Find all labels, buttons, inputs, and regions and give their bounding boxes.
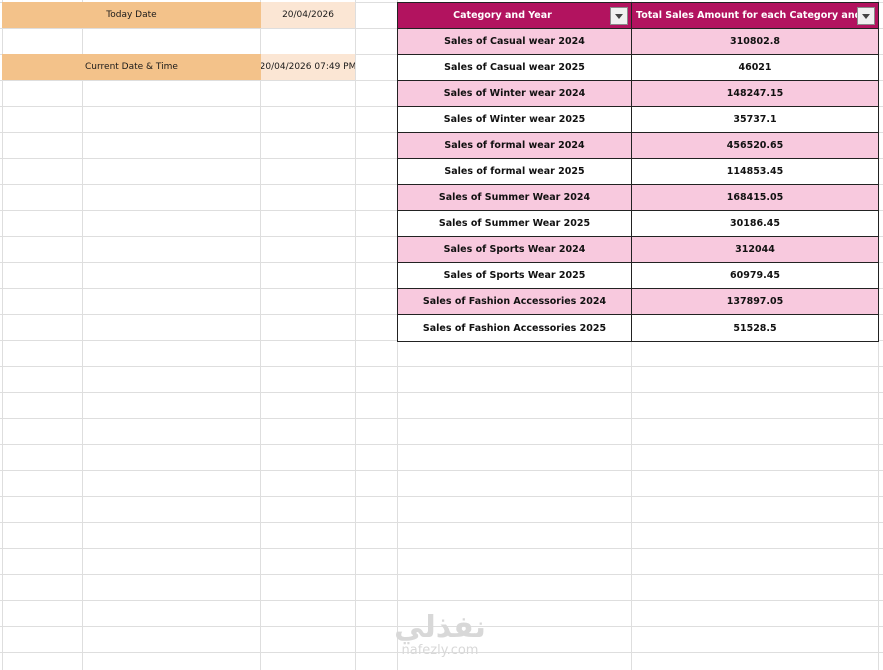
current-datetime-value: 20/04/2026 07:49 PM <box>261 62 355 72</box>
watermark-url: nafezly.com <box>401 643 479 658</box>
table-row: Sales of Fashion Accessories 2024 137897.… <box>398 289 878 315</box>
table-row: Sales of formal wear 2025 114853.45 <box>398 159 878 185</box>
amount-cell[interactable]: 310802.8 <box>632 29 878 54</box>
watermark-logo: نفذلي nafezly.com <box>380 612 500 658</box>
category-cell[interactable]: Sales of Summer Wear 2025 <box>398 211 632 236</box>
chevron-down-icon <box>862 13 870 19</box>
grid-row-line <box>0 600 883 601</box>
today-date-label: Today Date <box>106 10 157 20</box>
current-datetime-label-cell[interactable]: Current Date & Time <box>2 54 261 80</box>
filter-dropdown-sales-button[interactable] <box>857 7 875 25</box>
category-cell[interactable]: Sales of Winter wear 2024 <box>398 81 632 106</box>
grid-row-line <box>0 470 883 471</box>
amount-cell[interactable]: 114853.45 <box>632 159 878 184</box>
grid-row-line <box>0 522 883 523</box>
today-date-value: 20/04/2026 <box>282 10 334 20</box>
header-category-year-label: Category and Year <box>453 10 552 21</box>
category-cell[interactable]: Sales of formal wear 2024 <box>398 133 632 158</box>
amount-cell[interactable]: 60979.45 <box>632 263 878 288</box>
grid-column-line <box>260 0 261 670</box>
amount-cell[interactable]: 30186.45 <box>632 211 878 236</box>
today-date-label-cell[interactable]: Today Date <box>2 2 261 28</box>
grid-row-line <box>0 444 883 445</box>
category-cell[interactable]: Sales of Summer Wear 2024 <box>398 185 632 210</box>
category-cell[interactable]: Sales of Sports Wear 2025 <box>398 263 632 288</box>
table-header-row: Category and Year Total Sales Amount for… <box>398 3 878 29</box>
table-row: Sales of Casual wear 2025 46021 <box>398 55 878 81</box>
amount-cell[interactable]: 35737.1 <box>632 107 878 132</box>
grid-row-line <box>0 366 883 367</box>
header-total-sales-label: Total Sales Amount for each Category and… <box>636 10 872 21</box>
grid-row-line <box>0 496 883 497</box>
grid-column-line <box>355 0 356 670</box>
category-cell[interactable]: Sales of formal wear 2025 <box>398 159 632 184</box>
category-cell[interactable]: Sales of Casual wear 2025 <box>398 55 632 80</box>
category-cell[interactable]: Sales of Fashion Accessories 2024 <box>398 289 632 314</box>
sales-table: Category and Year Total Sales Amount for… <box>397 2 879 342</box>
table-row: Sales of Casual wear 2024 310802.8 <box>398 29 878 55</box>
category-cell[interactable]: Sales of Winter wear 2025 <box>398 107 632 132</box>
watermark-arabic: نفذلي <box>394 610 486 645</box>
grid-row-line <box>0 392 883 393</box>
chevron-down-icon <box>615 13 623 19</box>
amount-cell[interactable]: 168415.05 <box>632 185 878 210</box>
grid-row-line <box>0 548 883 549</box>
table-row: Sales of formal wear 2024 456520.65 <box>398 133 878 159</box>
amount-cell[interactable]: 51528.5 <box>632 315 878 341</box>
table-row: Sales of Winter wear 2024 148247.15 <box>398 81 878 107</box>
grid-row-line <box>0 418 883 419</box>
amount-cell[interactable]: 312044 <box>632 237 878 262</box>
grid-column-line <box>82 0 83 670</box>
table-row: Sales of Summer Wear 2025 30186.45 <box>398 211 878 237</box>
header-total-sales[interactable]: Total Sales Amount for each Category and… <box>632 3 878 28</box>
amount-cell[interactable]: 46021 <box>632 55 878 80</box>
amount-cell[interactable]: 137897.05 <box>632 289 878 314</box>
current-datetime-value-cell[interactable]: 20/04/2026 07:49 PM <box>261 54 355 80</box>
category-cell[interactable]: Sales of Sports Wear 2024 <box>398 237 632 262</box>
amount-cell[interactable]: 456520.65 <box>632 133 878 158</box>
table-row: Sales of Winter wear 2025 35737.1 <box>398 107 878 133</box>
today-date-value-cell[interactable]: 20/04/2026 <box>261 2 355 28</box>
amount-cell[interactable]: 148247.15 <box>632 81 878 106</box>
current-datetime-label: Current Date & Time <box>85 62 178 72</box>
table-row: Sales of Fashion Accessories 2025 51528.5 <box>398 315 878 341</box>
table-row: Sales of Sports Wear 2024 312044 <box>398 237 878 263</box>
grid-row-line <box>0 574 883 575</box>
filter-dropdown-category-button[interactable] <box>610 7 628 25</box>
grid-column-line <box>2 0 3 670</box>
table-row: Sales of Summer Wear 2024 168415.05 <box>398 185 878 211</box>
category-cell[interactable]: Sales of Casual wear 2024 <box>398 29 632 54</box>
header-category-year[interactable]: Category and Year <box>398 3 632 28</box>
table-row: Sales of Sports Wear 2025 60979.45 <box>398 263 878 289</box>
category-cell[interactable]: Sales of Fashion Accessories 2025 <box>398 315 632 341</box>
